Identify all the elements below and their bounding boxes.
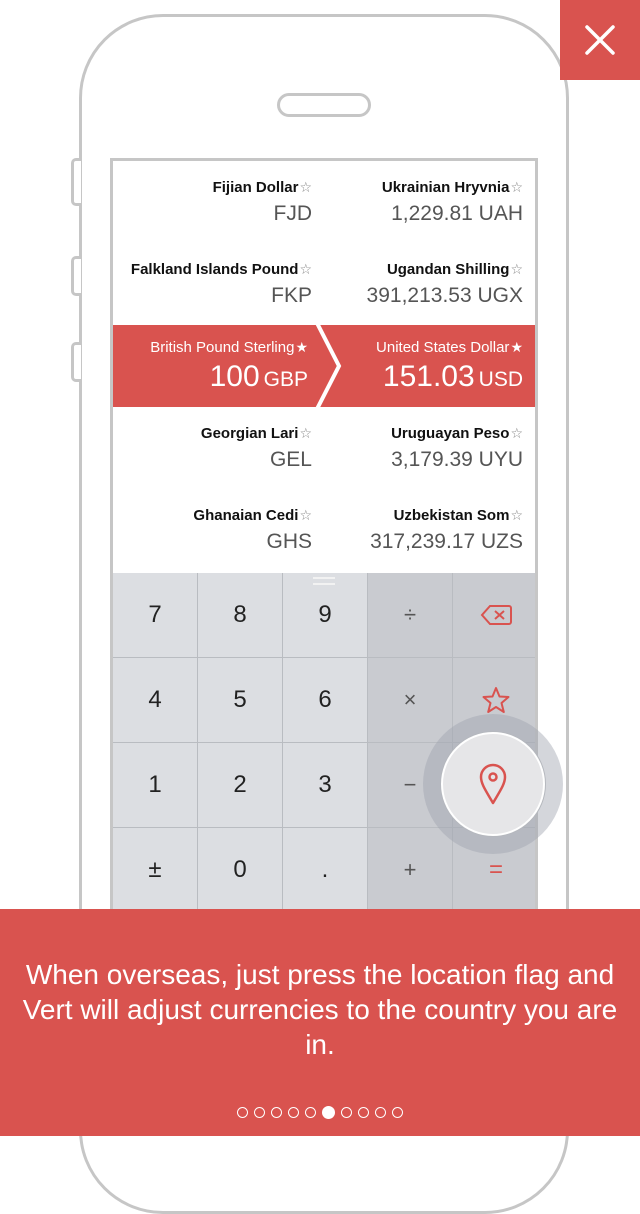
favorite-star-icon[interactable]: ☆ <box>299 179 312 195</box>
page-dot[interactable] <box>288 1107 299 1118</box>
key-divide[interactable]: ÷ <box>368 573 452 657</box>
currency-code: USD <box>478 367 523 391</box>
keypad-drag-handle[interactable] <box>313 577 335 585</box>
key-backspace[interactable] <box>453 573 535 657</box>
favorite-star-icon[interactable]: ☆ <box>299 261 312 277</box>
input-amount: 100 <box>209 359 260 393</box>
to-currency[interactable]: Uruguayan Peso☆ 3,179.39 UYU <box>324 407 535 489</box>
favorite-star-icon[interactable]: ☆ <box>510 179 523 195</box>
from-currency[interactable]: British Pound Sterling★ 100 GBP <box>113 325 328 407</box>
page-dot[interactable] <box>341 1107 352 1118</box>
from-currency[interactable]: Ghanaian Cedi☆ GHS <box>113 489 324 571</box>
currency-value: FJD <box>273 201 313 225</box>
currency-row[interactable]: Falkland Islands Pound☆ FKP Ugandan Shil… <box>113 243 535 325</box>
key-4[interactable]: 4 <box>113 658 197 742</box>
location-pin-icon <box>479 763 507 805</box>
favorite-star-icon[interactable]: ☆ <box>299 425 312 441</box>
page-dot-active[interactable] <box>322 1106 335 1119</box>
page-dot[interactable] <box>358 1107 369 1118</box>
to-currency[interactable]: Ukrainian Hryvnia☆ 1,229.81 UAH <box>324 161 535 243</box>
currency-name: Ugandan Shilling <box>386 260 510 278</box>
page-dot[interactable] <box>305 1107 316 1118</box>
volume-up-button <box>71 256 81 296</box>
currency-value: 3,179.39 UYU <box>391 447 523 471</box>
key-5[interactable]: 5 <box>198 658 282 742</box>
currency-code: GBP <box>263 367 308 391</box>
phone-speaker <box>277 93 371 117</box>
close-button[interactable] <box>560 0 640 80</box>
currency-row[interactable]: Ghanaian Cedi☆ GHS Uzbekistan Som☆ 317,2… <box>113 489 535 571</box>
currency-name: Uzbekistan Som <box>393 506 510 524</box>
tutorial-caption: When overseas, just press the location f… <box>22 959 618 1060</box>
to-currency[interactable]: Ugandan Shilling☆ 391,213.53 UGX <box>324 243 535 325</box>
converted-amount: 151.03 <box>382 359 475 393</box>
key-7[interactable]: 7 <box>113 573 197 657</box>
favorite-star-icon[interactable]: ★ <box>510 339 523 355</box>
key-2[interactable]: 2 <box>198 743 282 827</box>
currency-name: Falkland Islands Pound <box>130 260 299 278</box>
location-button[interactable] <box>441 732 545 836</box>
page-dot[interactable] <box>375 1107 386 1118</box>
currency-row[interactable]: Fijian Dollar☆ FJD Ukrainian Hryvnia☆ 1,… <box>113 161 535 243</box>
currency-value: GEL <box>269 447 312 471</box>
favorite-star-icon[interactable]: ☆ <box>299 507 312 523</box>
currency-name: British Pound Sterling <box>150 338 295 356</box>
favorite-star-icon[interactable]: ★ <box>295 339 308 355</box>
mute-switch <box>71 158 81 206</box>
key-plus-minus[interactable]: ± <box>113 828 197 912</box>
currency-name: Uruguayan Peso <box>391 424 510 442</box>
selected-conversion-row[interactable]: British Pound Sterling★ 100 GBP United St… <box>113 325 535 407</box>
key-multiply[interactable]: × <box>368 658 452 742</box>
page-dot[interactable] <box>392 1107 403 1118</box>
currency-name: Ukrainian Hryvnia <box>381 178 510 196</box>
from-currency[interactable]: Georgian Lari☆ GEL <box>113 407 324 489</box>
currency-list: Fijian Dollar☆ FJD Ukrainian Hryvnia☆ 1,… <box>113 161 535 571</box>
from-currency[interactable]: Falkland Islands Pound☆ FKP <box>113 243 324 325</box>
key-6[interactable]: 6 <box>283 658 367 742</box>
key-decimal[interactable]: . <box>283 828 367 912</box>
currency-name: United States Dollar <box>376 338 510 356</box>
currency-value: 391,213.53 UGX <box>366 283 523 307</box>
from-currency[interactable]: Fijian Dollar☆ FJD <box>113 161 324 243</box>
tutorial-banner: When overseas, just press the location f… <box>0 909 640 1136</box>
currency-name: Ghanaian Cedi <box>193 506 299 524</box>
currency-name: Georgian Lari <box>200 424 299 442</box>
backspace-icon <box>480 605 512 625</box>
page-dot[interactable] <box>271 1107 282 1118</box>
key-0[interactable]: 0 <box>198 828 282 912</box>
close-icon <box>585 25 615 55</box>
currency-row[interactable]: Georgian Lari☆ GEL Uruguayan Peso☆ 3,179… <box>113 407 535 489</box>
conversion-arrow-icon <box>315 325 342 407</box>
page-dot[interactable] <box>254 1107 265 1118</box>
currency-name: Fijian Dollar <box>212 178 299 196</box>
currency-value: 1,229.81 UAH <box>391 201 523 225</box>
favorite-star-icon[interactable]: ☆ <box>510 425 523 441</box>
key-1[interactable]: 1 <box>113 743 197 827</box>
currency-value: FKP <box>271 283 312 307</box>
key-8[interactable]: 8 <box>198 573 282 657</box>
key-plus[interactable]: + <box>368 828 452 912</box>
to-currency[interactable]: Uzbekistan Som☆ 317,239.17 UZS <box>324 489 535 571</box>
key-9[interactable]: 9 <box>283 573 367 657</box>
favorite-star-icon[interactable]: ☆ <box>510 507 523 523</box>
key-3[interactable]: 3 <box>283 743 367 827</box>
page-indicator <box>0 1106 640 1119</box>
star-icon <box>482 687 510 713</box>
currency-value: GHS <box>266 529 312 553</box>
volume-down-button <box>71 342 81 382</box>
to-currency[interactable]: United States Dollar★ 151.03 USD <box>328 325 535 407</box>
page-dot[interactable] <box>237 1107 248 1118</box>
currency-value: 317,239.17 UZS <box>370 529 523 553</box>
favorite-star-icon[interactable]: ☆ <box>510 261 523 277</box>
